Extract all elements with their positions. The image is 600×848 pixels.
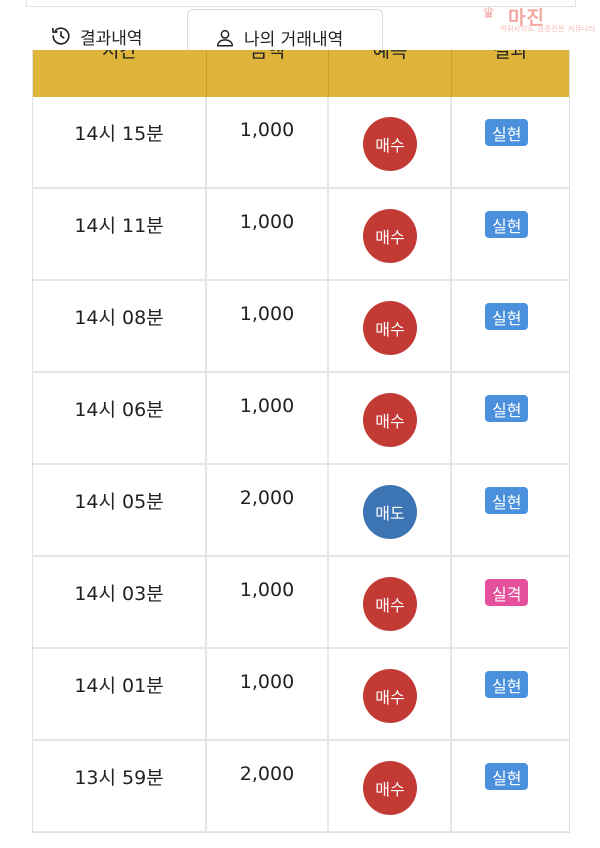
time-cell: 14시 06분 — [33, 373, 207, 463]
top-panel-edge — [26, 0, 576, 7]
table-row: 14시 01분 1,000 매수 실현 — [33, 649, 569, 741]
trade-time: 14시 11분 — [74, 215, 164, 237]
prediction-badge: 매도 — [363, 485, 417, 539]
trade-amount: 1,000 — [239, 671, 295, 693]
prediction-cell: 매수 — [329, 741, 452, 831]
trade-time: 14시 06분 — [74, 399, 164, 421]
user-icon — [214, 27, 236, 49]
table-row: 14시 03분 1,000 매수 실격 — [33, 557, 569, 649]
table-row: 13시 59분 2,000 매수 실현 — [33, 741, 569, 832]
result-badge: 실현 — [485, 671, 529, 698]
prediction-badge: 매수 — [363, 669, 417, 723]
header-result: 결과 — [493, 50, 528, 62]
time-cell: 14시 11분 — [33, 189, 207, 279]
prediction-badge: 매수 — [363, 209, 417, 263]
prediction-badge: 매수 — [363, 301, 417, 355]
result-cell: 실현 — [452, 97, 569, 187]
table-row: 14시 08분 1,000 매수 실현 — [33, 281, 569, 373]
trade-amount: 2,000 — [239, 763, 295, 785]
result-badge: 실현 — [485, 303, 529, 330]
result-badge: 실현 — [485, 395, 529, 422]
amount-cell: 2,000 — [207, 465, 329, 555]
prediction-badge: 매수 — [363, 117, 417, 171]
tab-my-trades-label: 나의 거래내역 — [244, 30, 344, 50]
amount-cell: 1,000 — [207, 281, 329, 371]
prediction-cell: 매도 — [329, 465, 452, 555]
table-header: 시간 금액 예측 결과 — [33, 50, 569, 97]
prediction-badge: 매수 — [363, 761, 417, 815]
prediction-cell: 매수 — [329, 189, 452, 279]
result-badge: 실현 — [485, 119, 529, 146]
time-cell: 14시 05분 — [33, 465, 207, 555]
trade-amount: 1,000 — [239, 119, 295, 141]
result-cell: 실현 — [452, 373, 569, 463]
result-cell: 실현 — [452, 465, 569, 555]
trade-amount: 1,000 — [239, 579, 295, 601]
time-cell: 14시 01분 — [33, 649, 207, 739]
header-amount: 금액 — [207, 50, 329, 97]
result-cell: 실현 — [452, 741, 569, 831]
history-icon — [50, 25, 72, 47]
prediction-badge: 매수 — [363, 577, 417, 631]
table-row: 14시 15분 1,000 매수 실현 — [33, 97, 569, 189]
amount-cell: 2,000 — [207, 741, 329, 831]
amount-cell: 1,000 — [207, 97, 329, 187]
trade-time: 14시 01분 — [74, 675, 164, 697]
time-cell: 14시 15분 — [33, 97, 207, 187]
header-time: 시간 — [33, 50, 207, 97]
tab-results-label: 결과내역 — [80, 28, 143, 49]
amount-cell: 1,000 — [207, 189, 329, 279]
prediction-cell: 매수 — [329, 97, 452, 187]
header-prediction: 예측 — [329, 50, 452, 97]
amount-cell: 1,000 — [207, 557, 329, 647]
amount-cell: 1,000 — [207, 649, 329, 739]
prediction-badge: 매수 — [363, 393, 417, 447]
trade-amount: 1,000 — [239, 303, 295, 325]
amount-cell: 1,000 — [207, 373, 329, 463]
trade-time: 14시 08분 — [74, 307, 164, 329]
result-cell: 실격 — [452, 557, 569, 647]
table-row: 14시 11분 1,000 매수 실현 — [33, 189, 569, 281]
table-row: 14시 05분 2,000 매도 실현 — [33, 465, 569, 557]
trade-amount: 1,000 — [239, 211, 295, 233]
table-row: 14시 06분 1,000 매수 실현 — [33, 373, 569, 465]
result-cell: 실현 — [452, 189, 569, 279]
trade-time: 14시 05분 — [74, 491, 164, 513]
result-cell: 실현 — [452, 649, 569, 739]
table-body: 14시 15분 1,000 매수 실현 14시 11분 1,000 매수 실현 14시 08분 1… — [33, 97, 569, 832]
trade-time: 14시 03분 — [74, 583, 164, 605]
trade-amount: 2,000 — [239, 487, 295, 509]
result-badge: 실현 — [485, 211, 529, 238]
prediction-cell: 매수 — [329, 373, 452, 463]
prediction-cell: 매수 — [329, 649, 452, 739]
result-cell: 실현 — [452, 281, 569, 371]
trade-time: 13시 59분 — [74, 767, 164, 789]
time-cell: 13시 59분 — [33, 741, 207, 831]
result-badge: 실격 — [485, 579, 529, 606]
result-badge: 실현 — [485, 487, 529, 514]
time-cell: 14시 03분 — [33, 557, 207, 647]
trade-amount: 1,000 — [239, 395, 295, 417]
trade-time: 14시 15분 — [74, 123, 164, 145]
time-cell: 14시 08분 — [33, 281, 207, 371]
trade-history-table: 시간 금액 예측 결과 14시 15분 1,000 매수 실현 14시 11분 1,000… — [32, 50, 570, 833]
result-badge: 실현 — [485, 763, 529, 790]
prediction-cell: 매수 — [329, 557, 452, 647]
prediction-cell: 매수 — [329, 281, 452, 371]
